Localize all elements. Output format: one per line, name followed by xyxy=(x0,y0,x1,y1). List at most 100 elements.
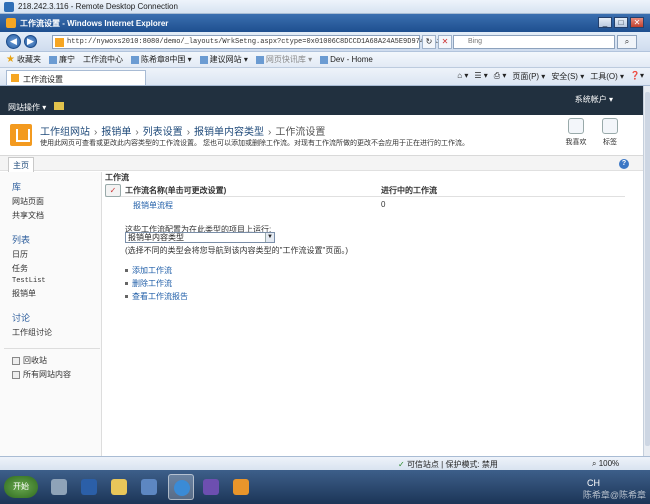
search-input[interactable]: Bing xyxy=(453,35,615,49)
favorite-link[interactable]: 廉宁 xyxy=(48,54,75,65)
favorite-link[interactable]: 建议网站 ▾ xyxy=(199,54,248,65)
breadcrumb: 工作组网站 › 报销单 › 列表设置 › 报销单内容类型 › 工作流设置 xyxy=(40,127,326,138)
remote-desktop-icon xyxy=(4,2,14,12)
nav-item-testlist[interactable]: TestList xyxy=(12,277,101,285)
link-icon xyxy=(320,55,329,64)
magnifier-icon: ⌕ xyxy=(592,459,599,468)
workflow-name-link[interactable]: 报销单流程 xyxy=(133,200,173,211)
check-icon: ✓ xyxy=(398,460,407,469)
page-menu[interactable]: 页面(P) ▾ xyxy=(512,71,545,82)
column-header-name: 工作流名称(单击可更改设置) xyxy=(125,186,227,195)
start-button[interactable]: 开始 xyxy=(4,476,38,498)
close-button[interactable]: ✕ xyxy=(630,17,644,28)
column-header-running: 进行中的工作流 xyxy=(381,186,437,195)
address-bar[interactable]: http://nywoxs2010:8080/demo/_layouts/Wrk… xyxy=(52,35,445,49)
breadcrumb-link[interactable]: 报销单内容类型 xyxy=(194,127,264,138)
server-manager-icon[interactable] xyxy=(46,474,72,500)
safety-menu[interactable]: 安全(S) ▾ xyxy=(551,71,584,82)
stop-icon[interactable]: ✕ xyxy=(438,35,452,49)
nav-header-libraries[interactable]: 库 xyxy=(12,180,101,193)
search-icon[interactable]: ⌕ xyxy=(617,35,637,49)
page-title-area: 工作组网站 › 报销单 › 列表设置 › 报销单内容类型 › 工作流设置 使用此网页可查看或更改… xyxy=(0,115,643,155)
workflow-icon: ✓ xyxy=(105,184,121,197)
workflow-running-count: 0 xyxy=(381,200,386,209)
thumbs-up-icon xyxy=(568,118,584,134)
language-tray[interactable]: CH xyxy=(587,478,600,488)
internet-explorer-icon[interactable] xyxy=(168,474,194,500)
nav-item-site-pages[interactable]: 网站页面 xyxy=(12,196,101,207)
recycle-bin-icon xyxy=(12,356,20,365)
add-workflow-link[interactable]: 添加工作流 xyxy=(125,265,172,276)
page-description: 使用此网页可查看或更改此内容类型的工作流设置。 您也可以添加或删除工作流。对现有… xyxy=(40,140,469,147)
windows-taskbar: 开始 CH 陈希章@陈希章 xyxy=(0,470,650,504)
link-icon xyxy=(199,55,208,64)
help-menu-icon[interactable]: ❓▾ xyxy=(630,71,644,82)
main-content: 工作流 ✓ 工作流名称(单击可更改设置) 进行中的工作流 报销单流程 0 这些工… xyxy=(105,172,640,456)
minimize-button[interactable]: _ xyxy=(598,17,612,28)
nav-item-calendar[interactable]: 日历 xyxy=(12,249,101,260)
section-title: 工作流 xyxy=(105,173,129,182)
bullet-icon xyxy=(125,295,128,298)
vertical-scrollbar[interactable] xyxy=(643,86,650,456)
nav-header-lists[interactable]: 列表 xyxy=(12,233,101,246)
back-button[interactable]: ◀ xyxy=(6,34,21,49)
breadcrumb-link[interactable]: 报销单 xyxy=(101,127,131,138)
nav-item-expense[interactable]: 报销单 xyxy=(12,288,101,299)
tag-icon xyxy=(602,118,618,134)
breadcrumb-link[interactable]: 列表设置 xyxy=(143,127,183,138)
favorite-link[interactable]: 工作流中心 xyxy=(83,54,123,65)
account-menu[interactable]: 系统帐户 ▾ xyxy=(575,94,613,105)
nav-item-tasks[interactable]: 任务 xyxy=(12,263,101,274)
tab-favicon xyxy=(11,74,19,82)
security-zone: ✓ 可信站点 | 保护模式: 禁用 xyxy=(398,460,498,469)
nav-item-team-discussion[interactable]: 工作组讨论 xyxy=(12,327,101,338)
home-icon[interactable]: ⌂ ▾ xyxy=(457,71,468,82)
visual-studio-icon[interactable] xyxy=(198,474,224,500)
navigate-up-icon[interactable] xyxy=(54,102,64,110)
ie-status-bar: ✓ 可信站点 | 保护模式: 禁用 ⌕ 100% xyxy=(0,456,650,470)
window-title: 工作流设置 - Windows Internet Explorer xyxy=(20,19,169,28)
print-icon[interactable]: ⎙ ▾ xyxy=(494,71,507,82)
favorites-button[interactable]: ★ 收藏夹 xyxy=(6,54,41,65)
powershell-icon[interactable] xyxy=(76,474,102,500)
network-icon[interactable] xyxy=(136,474,162,500)
maximize-button[interactable]: □ xyxy=(614,17,628,28)
recycle-bin-link[interactable]: 回收站 xyxy=(12,355,101,366)
address-toolbar: ◀ ▶ http://nywoxs2010:8080/demo/_layouts… xyxy=(0,32,650,52)
tags-button[interactable]: 标签 xyxy=(596,118,624,147)
content-type-select[interactable]: 报销单内容类型 ▼ xyxy=(125,232,275,243)
rdp-title-bar: 218.242.3.116 - Remote Desktop Connectio… xyxy=(0,0,650,14)
workflow-table-header: ✓ 工作流名称(单击可更改设置) 进行中的工作流 xyxy=(105,183,625,197)
content-type-hint: (选择不同的类型会将您导航到该内容类型的"工作流设置"页面。) xyxy=(125,246,349,255)
help-icon[interactable]: ? xyxy=(619,159,629,169)
scrollbar-thumb[interactable] xyxy=(645,92,650,446)
forward-button[interactable]: ▶ xyxy=(24,35,37,48)
page-favicon xyxy=(55,38,64,47)
quick-launch-divider xyxy=(4,348,100,349)
nav-header-discussions[interactable]: 讨论 xyxy=(12,311,101,324)
nav-item-shared-documents[interactable]: 共享文档 xyxy=(12,210,101,221)
favorite-link[interactable]: Dev - Home xyxy=(320,55,373,64)
site-actions-menu[interactable]: 网站操作 ▾ xyxy=(8,102,46,113)
link-icon xyxy=(255,55,264,64)
explorer-icon[interactable] xyxy=(106,474,132,500)
bullet-icon xyxy=(125,269,128,272)
view-workflow-reports-link[interactable]: 查看工作流报告 xyxy=(125,291,188,302)
breadcrumb-link[interactable]: 工作组网站 xyxy=(40,127,90,138)
feeds-icon[interactable]: ☰ ▾ xyxy=(474,71,487,82)
tools-icon[interactable] xyxy=(228,474,254,500)
bullet-icon xyxy=(125,282,128,285)
sharepoint-top-bar: 网站操作 ▾ 系统帐户 ▾ xyxy=(0,86,643,115)
i-like-it-button[interactable]: 我喜欢 xyxy=(562,118,590,147)
site-content-icon xyxy=(12,370,20,379)
remove-workflow-link[interactable]: 删除工作流 xyxy=(125,278,172,289)
zoom-level[interactable]: ⌕ 100% xyxy=(592,459,619,469)
all-site-content-link[interactable]: 所有网站内容 xyxy=(12,369,101,380)
tools-menu[interactable]: 工具(O) ▾ xyxy=(590,71,624,82)
site-logo-icon xyxy=(10,124,32,146)
refresh-icon[interactable]: ↻ xyxy=(422,35,436,49)
favorite-link[interactable]: 网页快讯库 ▾ xyxy=(255,54,312,65)
favorite-link[interactable]: 陈希章8中国 ▾ xyxy=(130,54,192,65)
ie-page-icon xyxy=(6,18,16,28)
tab-workflow-settings[interactable]: 工作流设置 xyxy=(6,70,146,85)
